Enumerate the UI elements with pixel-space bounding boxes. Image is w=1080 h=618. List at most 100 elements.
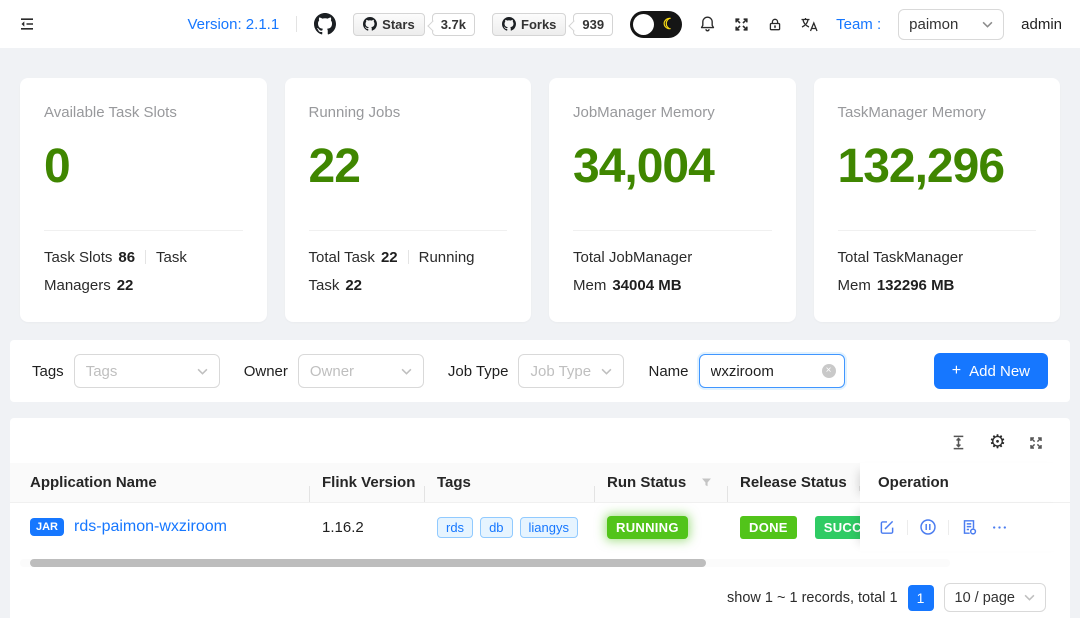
theme-toggle[interactable] bbox=[630, 11, 682, 38]
column-header-application-name: Application Name bbox=[10, 474, 310, 491]
divider bbox=[296, 16, 297, 32]
pause-icon[interactable] bbox=[919, 518, 937, 536]
stat-footer-value: 22 bbox=[345, 277, 362, 294]
fullscreen-icon[interactable] bbox=[733, 16, 750, 33]
owner-filter-label: Owner bbox=[244, 363, 288, 380]
operation-cell bbox=[860, 503, 1070, 551]
chevron-down-icon bbox=[982, 21, 993, 28]
stat-card-running-jobs: Running Jobs 22 Total Task22Running Task… bbox=[285, 78, 532, 322]
bell-icon[interactable] bbox=[699, 15, 716, 33]
chevron-down-icon bbox=[401, 368, 412, 375]
stat-title: TaskManager Memory bbox=[838, 104, 1037, 121]
stat-footer: Task Slots86Task Managers22 bbox=[44, 230, 243, 300]
stars-button[interactable]: Stars bbox=[353, 13, 425, 36]
filter-funnel-icon[interactable] bbox=[700, 476, 713, 489]
stat-card-taskmanager-memory: TaskManager Memory 132,296 Total TaskMan… bbox=[814, 78, 1061, 322]
stat-value: 132,296 bbox=[838, 139, 1037, 194]
divider bbox=[907, 520, 908, 535]
table-row: JAR rds-paimon-wxziroom 1.16.2 rds db li… bbox=[10, 503, 1070, 551]
page-size-select[interactable]: 10 / page bbox=[944, 583, 1046, 612]
edit-icon[interactable] bbox=[878, 518, 896, 536]
stat-footer-label: Total Task bbox=[309, 249, 375, 266]
divider bbox=[408, 250, 409, 264]
github-icon bbox=[502, 17, 516, 31]
owner-select-placeholder: Owner bbox=[310, 363, 354, 380]
stat-value: 34,004 bbox=[573, 139, 772, 194]
add-new-button[interactable]: Add New bbox=[934, 353, 1048, 389]
divider bbox=[145, 250, 146, 264]
name-input-wrapper bbox=[699, 354, 845, 388]
row-height-icon[interactable] bbox=[950, 434, 967, 451]
filter-bar: Tags Tags Owner Owner Job Type Job Type … bbox=[10, 340, 1070, 402]
job-type-select[interactable]: Job Type bbox=[518, 354, 624, 388]
add-new-label: Add New bbox=[969, 363, 1030, 380]
run-status-badge: RUNNING bbox=[607, 516, 688, 539]
stat-value: 0 bbox=[44, 139, 243, 194]
translate-icon[interactable] bbox=[800, 16, 819, 33]
team-select[interactable]: paimon bbox=[898, 9, 1004, 40]
forks-label: Forks bbox=[521, 17, 556, 32]
forks-button[interactable]: Forks bbox=[492, 13, 566, 36]
stars-label: Stars bbox=[382, 17, 415, 32]
stat-footer-value: 34004 MB bbox=[612, 277, 681, 294]
stat-footer-value: 132296 MB bbox=[877, 277, 955, 294]
stat-card-task-slots: Available Task Slots 0 Task Slots86Task … bbox=[20, 78, 267, 322]
job-type-filter-label: Job Type bbox=[448, 363, 509, 380]
toggle-knob bbox=[633, 14, 654, 35]
tag-pill: db bbox=[480, 517, 512, 538]
clear-icon[interactable] bbox=[822, 364, 836, 378]
stat-footer-value: 86 bbox=[118, 249, 135, 266]
pagination-summary: show 1 ~ 1 records, total 1 bbox=[727, 590, 897, 606]
release-status-cell: DONE SUCCESS bbox=[728, 516, 860, 539]
page-size-value: 10 / page bbox=[955, 590, 1015, 606]
column-header-label: Run Status bbox=[607, 474, 686, 491]
stats-row: Available Task Slots 0 Task Slots86Task … bbox=[20, 78, 1060, 322]
owner-select[interactable]: Owner bbox=[298, 354, 424, 388]
menu-fold-icon[interactable] bbox=[18, 16, 36, 32]
team-select-value: paimon bbox=[909, 16, 958, 33]
application-name-cell: JAR rds-paimon-wxziroom bbox=[10, 518, 310, 536]
chevron-down-icon bbox=[197, 368, 208, 375]
table-header-row: Application Name Flink Version Tags Run … bbox=[10, 463, 1070, 503]
column-header-release-status: Release Status bbox=[728, 474, 860, 491]
fullscreen-icon[interactable] bbox=[1028, 435, 1044, 451]
release-status-badge: DONE bbox=[740, 516, 797, 539]
version-label[interactable]: Version: 2.1.1 bbox=[187, 16, 279, 33]
user-menu[interactable]: admin bbox=[1021, 16, 1062, 33]
tags-select[interactable]: Tags bbox=[74, 354, 220, 388]
tags-cell: rds db liangys bbox=[425, 517, 595, 538]
stat-footer: Total TaskManager Mem132296 MB bbox=[838, 230, 1037, 300]
github-icon[interactable] bbox=[314, 13, 336, 35]
more-icon[interactable] bbox=[991, 519, 1008, 536]
column-header-run-status: Run Status bbox=[595, 474, 728, 491]
run-status-cell: RUNNING bbox=[595, 516, 728, 539]
stars-count[interactable]: 3.7k bbox=[432, 13, 475, 36]
table-toolbar bbox=[10, 430, 1070, 463]
moon-icon bbox=[663, 15, 676, 33]
github-icon bbox=[363, 17, 377, 31]
applications-table-panel: Application Name Flink Version Tags Run … bbox=[10, 418, 1070, 618]
tags-select-placeholder: Tags bbox=[86, 363, 118, 380]
lock-icon[interactable] bbox=[767, 16, 783, 33]
forks-count[interactable]: 939 bbox=[573, 13, 613, 36]
job-type-select-placeholder: Job Type bbox=[530, 363, 591, 380]
stat-title: JobManager Memory bbox=[573, 104, 772, 121]
horizontal-scrollbar bbox=[20, 559, 950, 567]
page-1-button[interactable]: 1 bbox=[908, 585, 934, 611]
scrollbar-thumb[interactable] bbox=[30, 559, 706, 567]
name-filter-label: Name bbox=[648, 363, 688, 380]
applications-table: Application Name Flink Version Tags Run … bbox=[10, 463, 1070, 612]
column-header-operation: Operation bbox=[860, 463, 1070, 502]
build-status-badge: SUCCESS bbox=[815, 516, 860, 539]
application-link[interactable]: rds-paimon-wxziroom bbox=[74, 518, 227, 536]
stat-card-jobmanager-memory: JobManager Memory 34,004 Total JobManage… bbox=[549, 78, 796, 322]
github-forks-widget: Forks 939 bbox=[492, 13, 613, 36]
detail-icon[interactable] bbox=[960, 518, 978, 536]
settings-gear-icon[interactable] bbox=[989, 435, 1006, 451]
tags-filter-label: Tags bbox=[32, 363, 64, 380]
stat-title: Running Jobs bbox=[309, 104, 508, 121]
job-type-badge: JAR bbox=[30, 518, 64, 536]
divider bbox=[948, 520, 949, 535]
stat-value: 22 bbox=[309, 139, 508, 194]
stat-footer-value: 22 bbox=[117, 277, 134, 294]
